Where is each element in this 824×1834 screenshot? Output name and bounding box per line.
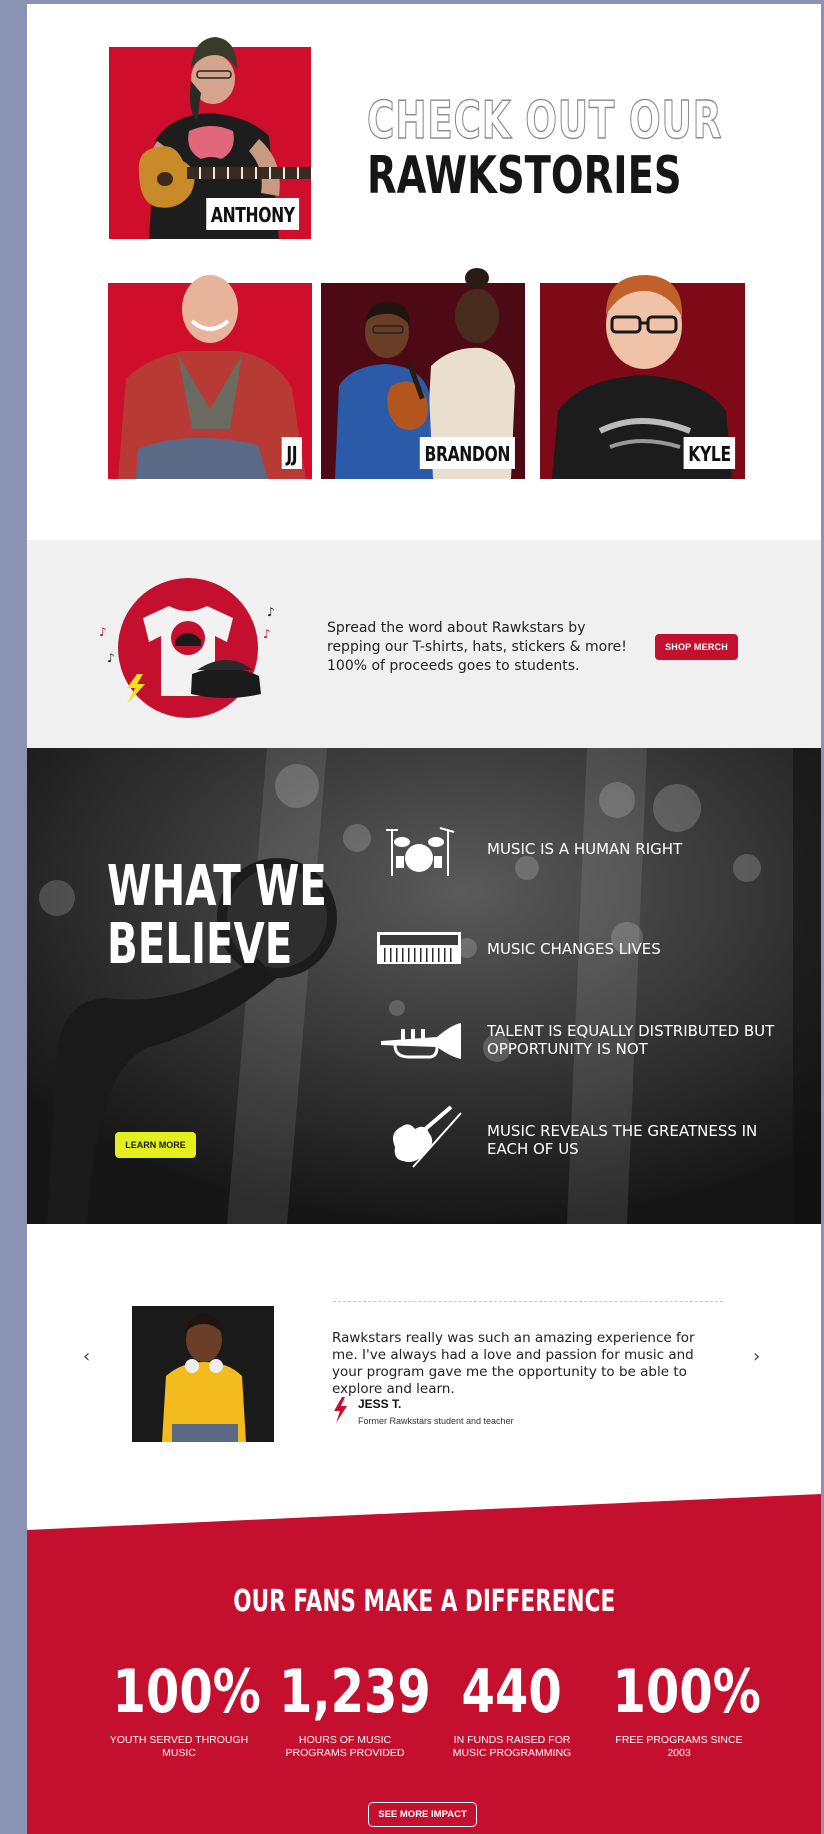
- trumpet-icon: [381, 1023, 461, 1059]
- story-name-label: BRANDON: [420, 437, 515, 469]
- headline-solid-text: RAWKSTORIES: [367, 146, 682, 206]
- believe-title-line1: WHAT WE: [107, 854, 327, 919]
- merch-illustration: ♪ ♪ ♪ ♪: [99, 578, 275, 718]
- svg-text:♪: ♪: [107, 651, 115, 665]
- next-arrow-icon[interactable]: ›: [753, 1346, 760, 1367]
- drum-kit-icon: [386, 827, 455, 876]
- testimonial-divider: [333, 1301, 723, 1302]
- belief-item: MUSIC IS A HUMAN RIGHT: [487, 840, 683, 858]
- testimonial-photo: [132, 1306, 274, 1442]
- svg-text:♪: ♪: [267, 605, 275, 619]
- stat-item: 100% YOUTH SERVED THROUGH MUSIC: [94, 1660, 264, 1760]
- testimonial-quote: Rawkstars really was such an amazing exp…: [332, 1330, 695, 1397]
- belief-item: TALENT IS EQUALLY DISTRIBUTED BUT OPPORT…: [487, 1022, 775, 1058]
- belief-item: MUSIC CHANGES LIVES: [487, 940, 661, 958]
- what-we-believe-section: WHAT WE BELIEVE LEARN MORE MUSIC IS A HU…: [27, 748, 821, 1224]
- stat-item: 1,239 HOURS OF MUSIC PROGRAMS PROVIDED: [260, 1657, 431, 1760]
- story-name-label: JJ: [281, 437, 302, 469]
- testimonial-section: ‹ Rawkstars really was such an amazing e…: [27, 1224, 821, 1524]
- stat-value: 1,239: [278, 1657, 431, 1727]
- prev-arrow-icon[interactable]: ‹: [83, 1346, 90, 1367]
- stat-label: IN FUNDS RAISED FOR MUSIC PROGRAMMING: [452, 1734, 572, 1759]
- svg-text:♪: ♪: [99, 625, 107, 639]
- rawkstories-section: ANTHONY CHECK OUT OUR RAWKSTORIES JJ BRA…: [27, 4, 821, 540]
- lightning-bolt-icon: [334, 1397, 347, 1423]
- see-more-impact-button[interactable]: SEE MORE IMPACT: [368, 1802, 477, 1827]
- stat-item: 100% FREE PROGRAMS SINCE 2003: [594, 1660, 764, 1760]
- stat-label: HOURS OF MUSIC PROGRAMS PROVIDED: [285, 1734, 405, 1759]
- shop-merch-button[interactable]: SHOP MERCH: [655, 634, 738, 660]
- story-card-jj[interactable]: JJ: [108, 259, 312, 479]
- believe-title-line2: BELIEVE: [107, 912, 293, 977]
- headline-outline-text: CHECK OUT OUR: [366, 91, 723, 151]
- story-name-label: KYLE: [683, 437, 735, 469]
- merch-description: Spread the word about Rawkstars by reppi…: [327, 620, 627, 674]
- stat-value: 100%: [612, 1657, 761, 1727]
- keyboard-icon: [377, 932, 461, 964]
- story-card-anthony[interactable]: ANTHONY: [109, 21, 311, 239]
- stories-headline: CHECK OUT OUR RAWKSTORIES: [366, 91, 821, 206]
- stat-label: YOUTH SERVED THROUGH MUSIC: [109, 1734, 249, 1759]
- stat-value: 100%: [112, 1657, 261, 1727]
- belief-item: MUSIC REVEALS THE GREATNESS IN EACH OF U…: [487, 1122, 758, 1158]
- story-card-kyle[interactable]: KYLE: [540, 261, 745, 479]
- impact-title-text: OUR FANS MAKE A DIFFERENCE: [233, 1584, 615, 1619]
- stat-label: FREE PROGRAMS SINCE 2003: [615, 1734, 743, 1759]
- merch-section: ♪ ♪ ♪ ♪ Spread the word about Rawkstars …: [27, 540, 821, 748]
- learn-more-button[interactable]: LEARN MORE: [115, 1132, 196, 1158]
- story-card-brandon[interactable]: BRANDON: [321, 256, 525, 479]
- story-name-label: ANTHONY: [205, 198, 299, 230]
- svg-text:♪: ♪: [263, 627, 271, 641]
- stat-value: 440: [461, 1657, 563, 1727]
- violin-icon: [393, 1105, 462, 1168]
- impact-title: OUR FANS MAKE A DIFFERENCE: [27, 1584, 821, 1619]
- stat-item: 440 IN FUNDS RAISED FOR MUSIC PROGRAMMIN…: [427, 1660, 597, 1760]
- testimonial-role: Former Rawkstars student and teacher: [358, 1416, 514, 1426]
- impact-section: OUR FANS MAKE A DIFFERENCE 100% YOUTH SE…: [27, 1494, 821, 1834]
- believe-title: WHAT WE BELIEVE: [107, 858, 327, 974]
- page: ANTHONY CHECK OUT OUR RAWKSTORIES JJ BRA…: [27, 4, 821, 1834]
- testimonial-name: JESS T.: [358, 1397, 402, 1411]
